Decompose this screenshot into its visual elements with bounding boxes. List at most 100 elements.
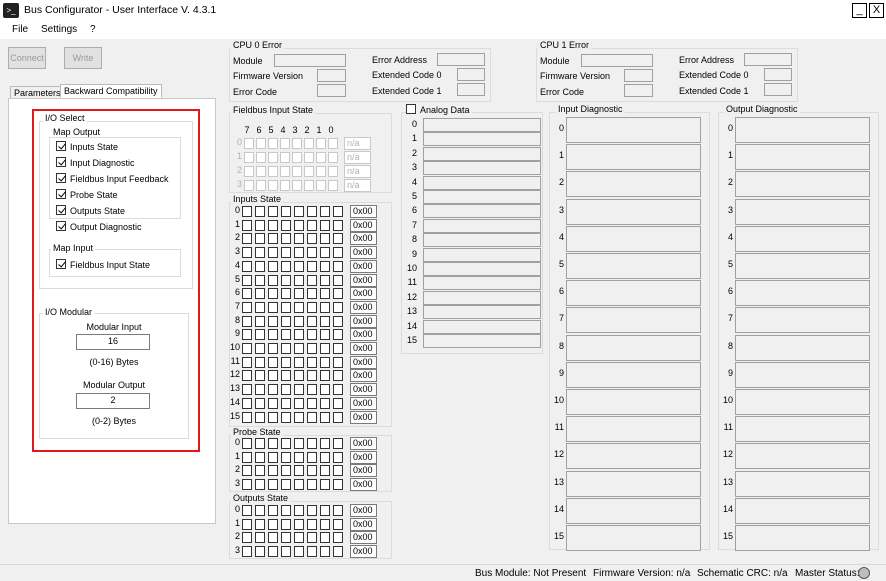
inputs-state-checkbox[interactable]: Inputs State [56,141,118,153]
bit-cell[interactable] [268,247,278,259]
output-diagnostic-checkbox[interactable]: Output Diagnostic [56,221,142,233]
bit-cell[interactable] [268,384,278,396]
bit-cell[interactable] [320,411,330,423]
bit-cell[interactable] [255,384,265,396]
bit-cell[interactable] [294,301,304,313]
menu-settings[interactable]: Settings [41,24,77,35]
bit-cell[interactable] [255,206,265,217]
bit-cell[interactable] [333,356,343,368]
bit-cell[interactable] [307,370,317,382]
bit-cell[interactable] [320,518,330,530]
bit-cell[interactable] [242,233,252,245]
bit-cell[interactable] [242,247,252,259]
bit-cell[interactable] [268,532,278,543]
bit-cell[interactable] [255,343,265,354]
bit-cell[interactable] [281,343,291,354]
bit-cell[interactable] [242,329,252,341]
menu-help[interactable]: ? [90,24,96,35]
bit-cell[interactable] [281,451,291,463]
bit-cell[interactable] [294,518,304,530]
fieldbus-input-feedback-checkbox[interactable]: Fieldbus Input Feedback [56,173,169,185]
bit-cell[interactable] [307,356,317,368]
bit-cell[interactable] [333,397,343,409]
close-button[interactable]: X [869,3,884,18]
bit-cell[interactable] [307,478,317,490]
bit-cell[interactable] [320,260,330,272]
bit-cell[interactable] [333,247,343,259]
bit-cell[interactable] [255,438,265,449]
bit-cell[interactable] [333,274,343,286]
bit-cell[interactable] [281,384,291,396]
bit-cell[interactable] [242,397,252,409]
bit-cell[interactable] [333,219,343,231]
bit-cell[interactable] [255,532,265,543]
bit-cell[interactable] [333,545,343,557]
bit-cell[interactable] [268,478,278,490]
bit-cell[interactable] [242,370,252,382]
bit-cell[interactable] [294,370,304,382]
tab-backward-compatibility[interactable]: Backward Compatibility [60,84,162,98]
bit-cell[interactable] [255,247,265,259]
bit-cell[interactable] [294,233,304,245]
bit-cell[interactable] [255,329,265,341]
bit-cell[interactable] [255,397,265,409]
bit-cell[interactable] [255,370,265,382]
bit-cell[interactable] [307,233,317,245]
bit-cell[interactable] [242,411,252,423]
bit-cell[interactable] [320,233,330,245]
bit-cell[interactable] [307,219,317,231]
bit-cell[interactable] [268,329,278,341]
bit-cell[interactable] [255,465,265,476]
bit-cell[interactable] [242,545,252,557]
bit-cell[interactable] [255,233,265,245]
bit-cell[interactable] [320,438,330,449]
bit-cell[interactable] [281,438,291,449]
bit-cell[interactable] [281,518,291,530]
bit-cell[interactable] [320,329,330,341]
bit-cell[interactable] [242,478,252,490]
bit-cell[interactable] [255,411,265,423]
bit-cell[interactable] [281,288,291,300]
menu-file[interactable]: File [12,24,28,35]
bit-cell[interactable] [242,219,252,231]
bit-cell[interactable] [333,329,343,341]
bit-cell[interactable] [333,301,343,313]
bit-cell[interactable] [294,288,304,300]
bit-cell[interactable] [242,301,252,313]
bit-cell[interactable] [242,274,252,286]
bit-cell[interactable] [268,397,278,409]
bit-cell[interactable] [281,301,291,313]
bit-cell[interactable] [281,545,291,557]
bit-cell[interactable] [255,288,265,300]
bit-cell[interactable] [294,329,304,341]
bit-cell[interactable] [307,411,317,423]
bit-cell[interactable] [307,451,317,463]
bit-cell[interactable] [320,343,330,354]
bit-cell[interactable] [242,206,252,217]
bit-cell[interactable] [255,219,265,231]
bit-cell[interactable] [307,384,317,396]
bit-cell[interactable] [281,370,291,382]
bit-cell[interactable] [268,411,278,423]
bit-cell[interactable] [281,233,291,245]
bit-cell[interactable] [268,219,278,231]
bit-cell[interactable] [320,505,330,516]
bit-cell[interactable] [255,451,265,463]
bit-cell[interactable] [242,260,252,272]
bit-cell[interactable] [281,260,291,272]
bit-cell[interactable] [307,505,317,516]
bit-cell[interactable] [320,370,330,382]
bit-cell[interactable] [255,505,265,516]
bit-cell[interactable] [294,384,304,396]
bit-cell[interactable] [242,315,252,327]
bit-cell[interactable] [268,233,278,245]
bit-cell[interactable] [294,465,304,476]
bit-cell[interactable] [294,478,304,490]
bit-cell[interactable] [320,206,330,217]
bit-cell[interactable] [268,451,278,463]
bit-cell[interactable] [255,274,265,286]
bit-cell[interactable] [333,288,343,300]
bit-cell[interactable] [242,288,252,300]
bit-cell[interactable] [307,329,317,341]
bit-cell[interactable] [307,301,317,313]
